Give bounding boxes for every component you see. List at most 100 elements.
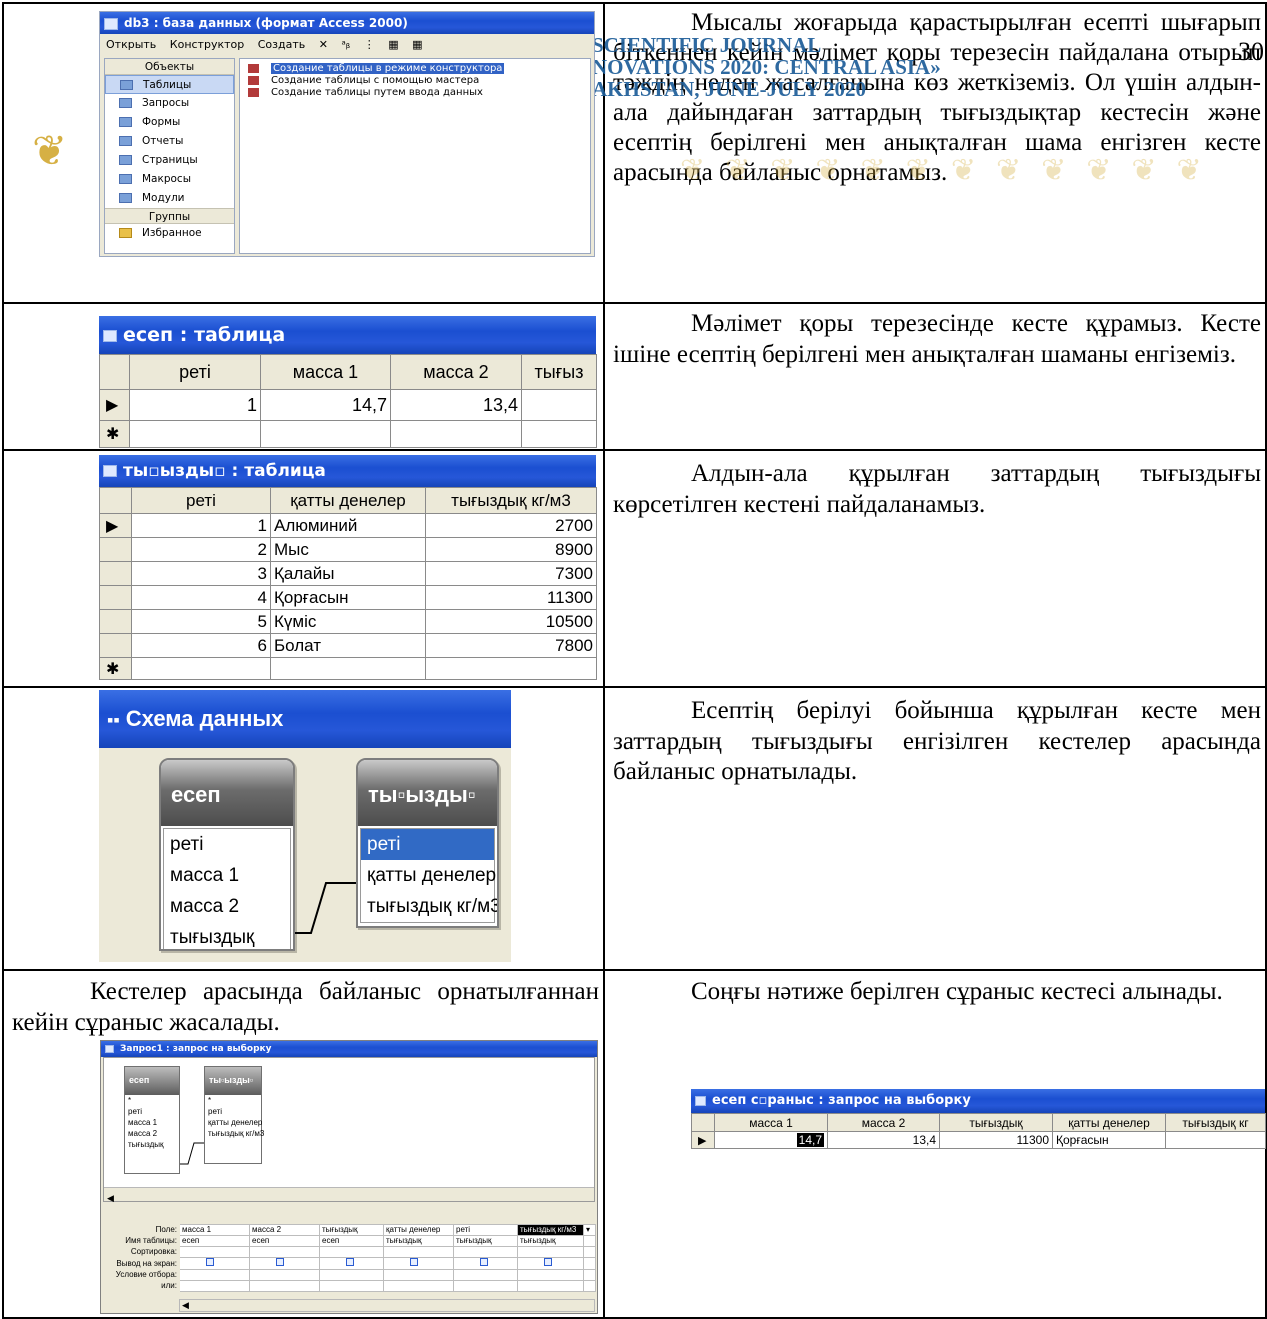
table-cell[interactable]: 14,7	[714, 1131, 828, 1149]
table-cell[interactable]: 13,4	[390, 389, 522, 421]
grid-table[interactable]: есеп	[179, 1235, 250, 1247]
grid-cell[interactable]	[583, 1235, 596, 1247]
table-cell[interactable]: 14,7	[260, 389, 391, 421]
small-icons-button[interactable]: ⋮	[364, 38, 375, 51]
column-header[interactable]: масса 2	[390, 354, 522, 390]
table-cell[interactable]: Алюминий	[270, 513, 426, 538]
column-header[interactable]: тығыздық	[939, 1113, 1053, 1132]
grid-cell[interactable]	[319, 1269, 384, 1281]
table-cell[interactable]: 10500	[425, 609, 597, 634]
table-cell[interactable]: 13,4	[827, 1131, 940, 1149]
list-view-button[interactable]: ▦	[388, 38, 398, 51]
table-cell[interactable]: Қалайы	[270, 561, 426, 586]
table-cell[interactable]	[1165, 1131, 1266, 1149]
table-cell[interactable]: 8900	[425, 537, 597, 562]
table-cell[interactable]	[131, 657, 271, 680]
table-cell[interactable]	[425, 657, 597, 680]
table-cell[interactable]	[260, 420, 391, 448]
grid-cell[interactable]	[249, 1269, 320, 1281]
table-cell[interactable]: 2700	[425, 513, 597, 538]
item-create-data-entry[interactable]: Создание таблицы путем ввода данных	[240, 87, 590, 99]
grid-table[interactable]: тығыздық	[517, 1235, 584, 1247]
table-cell[interactable]: 7800	[425, 633, 597, 658]
show-checkbox[interactable]	[179, 1257, 250, 1270]
show-checkbox[interactable]	[383, 1257, 454, 1270]
database-window-titlebar[interactable]: db3 : база данных (формат Access 2000)	[100, 12, 594, 34]
grid-cell[interactable]	[179, 1246, 250, 1258]
table-cell[interactable]: 11300	[939, 1131, 1053, 1149]
table-cell[interactable]	[521, 420, 597, 448]
table-cell[interactable]: Болат	[270, 633, 426, 658]
table-cell[interactable]: 1	[129, 389, 261, 421]
grid-cell[interactable]	[583, 1269, 596, 1281]
grid-table[interactable]: тығыздық	[383, 1235, 454, 1247]
column-header[interactable]: масса 2	[827, 1113, 940, 1132]
relationship-line[interactable]	[99, 690, 511, 962]
record-selector[interactable]	[99, 609, 132, 634]
record-selector[interactable]	[99, 561, 132, 586]
object-reports[interactable]: Отчеты	[105, 132, 234, 151]
grid-field[interactable]: қатты денелер	[383, 1224, 454, 1236]
grid-scrollbar[interactable]: ◀	[179, 1299, 595, 1312]
grid-cell[interactable]	[383, 1269, 454, 1281]
query-relationship-line[interactable]	[104, 1058, 304, 1198]
grid-cell[interactable]	[179, 1269, 250, 1281]
show-checkbox[interactable]	[517, 1257, 584, 1270]
create-button[interactable]: Создать	[258, 38, 306, 51]
show-checkbox[interactable]	[453, 1257, 518, 1270]
grid-cell[interactable]	[517, 1280, 584, 1292]
table-cell[interactable]	[521, 389, 597, 421]
grid-cell[interactable]	[583, 1246, 596, 1258]
esep-table-titlebar[interactable]: есеп : таблица	[99, 316, 596, 354]
column-header[interactable]: қатты денелер	[1052, 1113, 1166, 1132]
grid-cell[interactable]	[517, 1269, 584, 1281]
grid-cell[interactable]	[583, 1257, 596, 1270]
item-create-design[interactable]: Создание таблицы в режиме конструктора	[240, 63, 590, 75]
show-checkbox[interactable]	[249, 1257, 320, 1270]
delete-button[interactable]: ✕	[319, 38, 328, 51]
open-button[interactable]: Открыть	[106, 38, 156, 51]
table-cell[interactable]	[390, 420, 522, 448]
table-cell[interactable]	[129, 420, 261, 448]
grid-cell[interactable]	[453, 1246, 518, 1258]
grid-field-selected[interactable]: тығыздық кг/м3	[517, 1224, 584, 1236]
grid-cell[interactable]	[517, 1246, 584, 1258]
designer-button[interactable]: Конструктор	[170, 38, 244, 51]
column-header[interactable]: реті	[129, 354, 261, 390]
object-modules[interactable]: Модули	[105, 189, 234, 208]
grid-field[interactable]: реті	[453, 1224, 518, 1236]
result-titlebar[interactable]: есеп с▫раныс : запрос на выборку	[691, 1089, 1265, 1113]
grid-cell[interactable]	[249, 1280, 320, 1292]
grid-cell[interactable]	[453, 1280, 518, 1292]
details-view-button[interactable]: ▦	[412, 38, 422, 51]
current-record-icon[interactable]: ▶	[691, 1131, 715, 1149]
objects-caption[interactable]: Объекты	[105, 59, 234, 75]
table-cell[interactable]: Қорғасын	[1052, 1131, 1166, 1149]
grid-table[interactable]: есеп	[249, 1235, 320, 1247]
object-macros[interactable]: Макросы	[105, 170, 234, 189]
grid-field[interactable]: масса 2	[249, 1224, 320, 1236]
table-cell[interactable]: Қорғасын	[270, 585, 426, 610]
grid-cell[interactable]	[453, 1269, 518, 1281]
horizontal-scrollbar[interactable]: ◀	[104, 1187, 594, 1203]
large-icons-button[interactable]: ᵃᵦ	[341, 38, 350, 51]
table-cell[interactable]: Мыс	[270, 537, 426, 562]
current-record-icon[interactable]: ▶	[99, 389, 130, 421]
column-header[interactable]: тығыз	[521, 354, 597, 390]
table-cell[interactable]: 2	[131, 537, 271, 562]
object-pages[interactable]: Страницы	[105, 151, 234, 170]
item-create-wizard[interactable]: Создание таблицы с помощью мастера	[240, 75, 590, 87]
new-record-icon[interactable]: ✱	[99, 420, 130, 448]
group-favorites[interactable]: Избранное	[105, 224, 234, 243]
table-cell[interactable]: Күміс	[270, 609, 426, 634]
record-selector[interactable]	[99, 537, 132, 562]
table-cell[interactable]: 3	[131, 561, 271, 586]
object-forms[interactable]: Формы	[105, 113, 234, 132]
grid-cell[interactable]	[383, 1246, 454, 1258]
show-checkbox[interactable]	[319, 1257, 384, 1270]
grid-cell[interactable]	[583, 1280, 596, 1292]
object-tables[interactable]: Таблицы	[105, 75, 234, 94]
table-cell[interactable]: 11300	[425, 585, 597, 610]
new-record-icon[interactable]: ✱	[99, 657, 132, 680]
density-table-titlebar[interactable]: ты▫ызды▫ : таблица	[99, 455, 596, 487]
